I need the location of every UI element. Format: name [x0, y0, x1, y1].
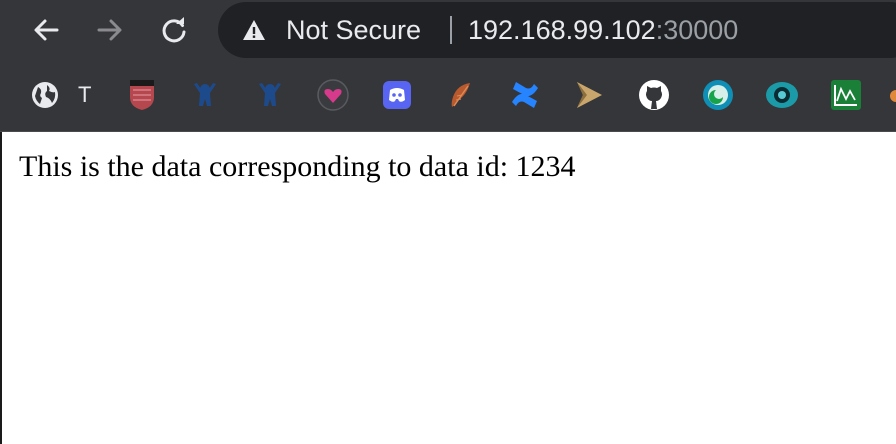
bookmark-jenkins-1[interactable]: [188, 78, 222, 112]
reload-icon: [162, 17, 186, 43]
jenkins-blue-icon: [194, 83, 216, 106]
heart-badge-icon: [317, 79, 349, 111]
ring-circle-icon: [703, 80, 733, 110]
bookmark-confluence[interactable]: [508, 78, 542, 112]
reload-button[interactable]: [156, 12, 192, 48]
globe-icon: [32, 82, 58, 108]
chart-green-icon: [831, 80, 861, 110]
url-text[interactable]: 192.168.99.102:30000: [468, 14, 738, 46]
bookmark-ring[interactable]: [701, 78, 735, 112]
feather-icon: [451, 83, 470, 107]
bookmark-heart[interactable]: [316, 78, 350, 112]
omnibox-divider: [450, 16, 452, 44]
confluence-icon: [512, 82, 538, 108]
forward-button[interactable]: [92, 12, 128, 48]
browser-chrome: Not Secure 192.168.99.102:30000 T: [0, 0, 896, 132]
jenkins-blue-icon: [259, 83, 281, 106]
bookmark-eye[interactable]: [765, 78, 799, 112]
url-host: 192.168.99.102: [468, 15, 656, 45]
bookmark-play[interactable]: [572, 78, 606, 112]
discord-icon: [383, 81, 411, 109]
warning-icon[interactable]: [242, 19, 266, 41]
bookmark-label[interactable]: T: [78, 82, 91, 108]
bookmark-jenkins-2[interactable]: [253, 78, 287, 112]
arrow-right-icon: [97, 19, 122, 41]
bookmark-discord[interactable]: [380, 78, 414, 112]
github-icon: [639, 80, 669, 110]
bookmark-chart[interactable]: [829, 78, 863, 112]
arrow-left-icon: [34, 19, 59, 41]
security-status-label[interactable]: Not Secure: [286, 14, 421, 46]
bookmarks-bar: T: [0, 62, 896, 130]
eye-circle-icon: [766, 82, 798, 108]
address-bar[interactable]: Not Secure 192.168.99.102:30000: [218, 2, 896, 58]
browser-toolbar: Not Secure 192.168.99.102:30000: [0, 0, 896, 62]
shield-crest-icon: [130, 80, 154, 110]
bookmark-overflow-edge[interactable]: [890, 90, 896, 102]
bookmark-github[interactable]: [637, 78, 671, 112]
url-port: :30000: [655, 15, 739, 45]
back-button[interactable]: [28, 12, 64, 48]
bookmark-globe[interactable]: [28, 78, 62, 112]
bookmark-feather[interactable]: [444, 78, 478, 112]
page-content: This is the data corresponding to data i…: [0, 132, 896, 444]
bookmark-crest[interactable]: [125, 78, 159, 112]
play-arrow-icon: [577, 82, 602, 108]
page-body-text: This is the data corresponding to data i…: [19, 150, 576, 183]
